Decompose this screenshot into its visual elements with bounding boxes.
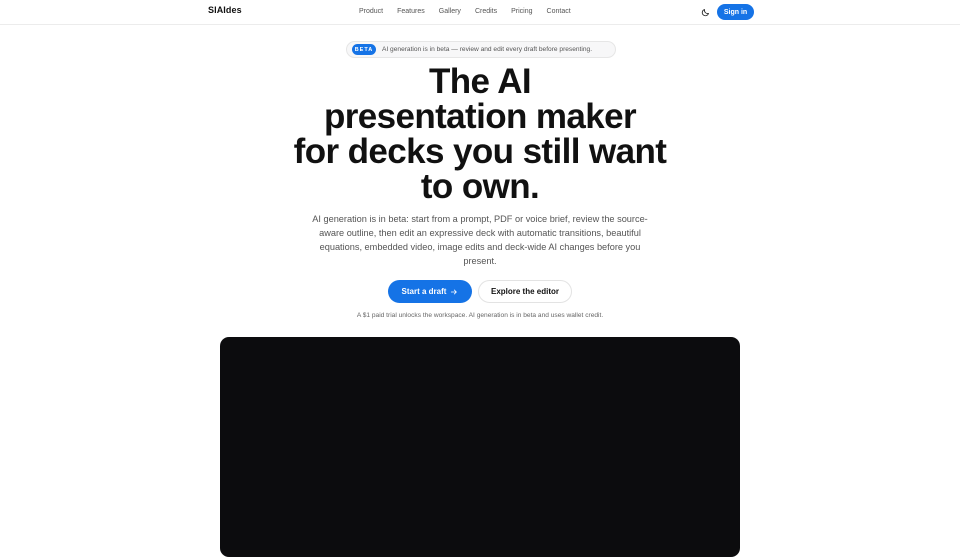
trial-note: A $1 paid trial unlocks the workspace. A…: [356, 312, 604, 319]
hero-title-line: to own.: [420, 167, 540, 206]
brand-logo[interactable]: SlAIdes: [208, 5, 242, 15]
theme-toggle-button[interactable]: [697, 4, 713, 20]
nav-pricing[interactable]: Pricing: [504, 6, 539, 17]
nav-credits[interactable]: Credits: [468, 6, 504, 17]
explore-editor-button[interactable]: Explore the editor: [478, 280, 572, 303]
moon-icon: [701, 8, 709, 16]
main-nav: Product Features Gallery Credits Pricing…: [352, 6, 578, 17]
hero-title-line: The AI: [428, 62, 532, 101]
nav-features[interactable]: Features: [390, 6, 432, 17]
beta-badge: BETA: [352, 44, 376, 55]
cta-row: Start a draft Explore the editor: [388, 280, 572, 303]
hero-title: The AI presentation maker for decks you …: [280, 64, 680, 204]
editor-preview: [220, 337, 740, 557]
start-draft-label: Start a draft: [401, 287, 447, 296]
hero-subtitle: AI generation is in beta: start from a p…: [312, 214, 648, 266]
beta-text: AI generation is in beta — review and ed…: [382, 46, 593, 53]
nav-contact[interactable]: Contact: [540, 6, 578, 17]
arrow-right-icon: [451, 289, 458, 294]
beta-announcement: BETA AI generation is in beta — review a…: [346, 41, 616, 58]
sign-in-button[interactable]: Sign in: [717, 4, 754, 20]
start-draft-button[interactable]: Start a draft: [388, 280, 472, 303]
site-header: SlAIdes Product Features Gallery Credits…: [0, 0, 960, 25]
hero-title-line: presentation maker: [323, 97, 637, 136]
hero-title-line: for decks you still want: [293, 132, 667, 171]
nav-product[interactable]: Product: [352, 6, 390, 17]
nav-gallery[interactable]: Gallery: [432, 6, 468, 17]
